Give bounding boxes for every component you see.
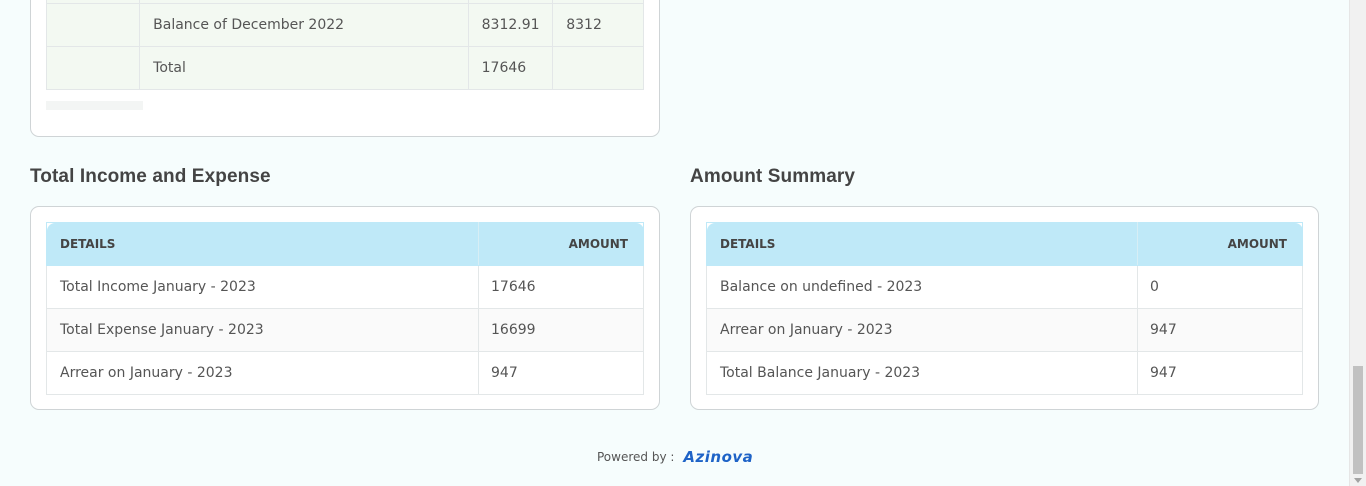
table-row: Total Expense January - 2023 16699	[46, 308, 644, 352]
row-value	[552, 46, 644, 90]
row-description: Total	[139, 46, 469, 90]
table-row: Arrear on January - 2023 947	[706, 308, 1303, 352]
row-amount: 0	[1137, 265, 1303, 309]
balance-card: Balance of December 2022 8312.91 8312 To…	[30, 0, 660, 137]
row-amount: 16699	[478, 308, 644, 352]
table-row: Total Income January - 2023 17646	[46, 265, 644, 309]
income-expense-table: DETAILS AMOUNT Total Income January - 20…	[46, 222, 644, 395]
row-label: Arrear on January - 2023	[706, 308, 1138, 352]
row-value: 8312	[552, 3, 644, 47]
income-expense-card: DETAILS AMOUNT Total Income January - 20…	[30, 206, 660, 410]
row-amount: 947	[478, 351, 644, 395]
row-amount: 947	[1137, 351, 1303, 395]
row-label: Total Income January - 2023	[46, 265, 479, 309]
scroll-down-arrow-icon[interactable]	[1354, 478, 1362, 483]
table-row: Arrear on January - 2023 947	[46, 351, 644, 395]
table-header-row: DETAILS AMOUNT	[706, 222, 1303, 266]
azinova-logo[interactable]: Azinova	[683, 448, 753, 466]
amount-column-header: AMOUNT	[1137, 222, 1303, 266]
details-column-header: DETAILS	[706, 222, 1138, 266]
amount-summary-table: DETAILS AMOUNT Balance on undefined - 20…	[706, 222, 1303, 395]
table-row: Total 17646	[45, 46, 644, 90]
footer: Powered by : Azinova	[597, 448, 753, 466]
amount-summary-heading: Amount Summary	[690, 166, 856, 187]
income-expense-heading: Total Income and Expense	[30, 166, 271, 187]
row-amount: 17646	[478, 265, 644, 309]
vertical-scrollbar[interactable]	[1349, 0, 1366, 486]
row-label: Total Balance January - 2023	[706, 351, 1138, 395]
row-label: Arrear on January - 2023	[46, 351, 479, 395]
row-value: 17646	[467, 46, 554, 90]
table-row: Total Balance January - 2023 947	[706, 351, 1303, 395]
row-value: 8312.91	[467, 3, 554, 47]
balance-table: Balance of December 2022 8312.91 8312 To…	[45, 0, 644, 90]
row-label: Total Expense January - 2023	[46, 308, 479, 352]
amount-column-header: AMOUNT	[478, 222, 644, 266]
scrollbar-thumb[interactable]	[1353, 366, 1363, 474]
row-description: Balance of December 2022	[139, 3, 469, 47]
amount-summary-card: DETAILS AMOUNT Balance on undefined - 20…	[690, 206, 1319, 410]
row-amount: 947	[1137, 308, 1303, 352]
table-row: Balance of December 2022 8312.91 8312	[45, 3, 644, 47]
table-row: Balance on undefined - 2023 0	[706, 265, 1303, 309]
row-label: Balance on undefined - 2023	[706, 265, 1138, 309]
table-footer-cell	[46, 101, 143, 110]
details-column-header: DETAILS	[46, 222, 479, 266]
powered-by-label: Powered by :	[597, 450, 675, 464]
table-header-row: DETAILS AMOUNT	[46, 222, 644, 266]
